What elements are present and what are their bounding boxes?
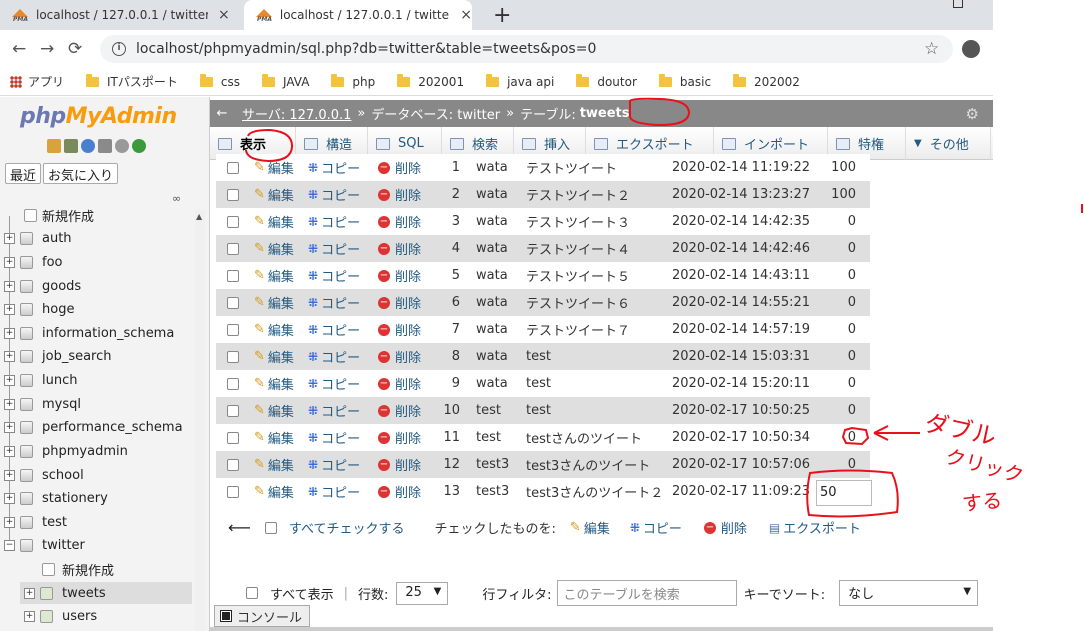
annotation-text: する — [961, 487, 1004, 517]
highlight-circle-table — [629, 97, 691, 127]
highlight-circle-browse — [245, 128, 294, 163]
annotation-arrow — [873, 425, 920, 441]
highlight-box-input — [806, 469, 899, 518]
annotation-strokes — [245, 97, 1083, 518]
highlight-box-cell — [841, 426, 870, 446]
